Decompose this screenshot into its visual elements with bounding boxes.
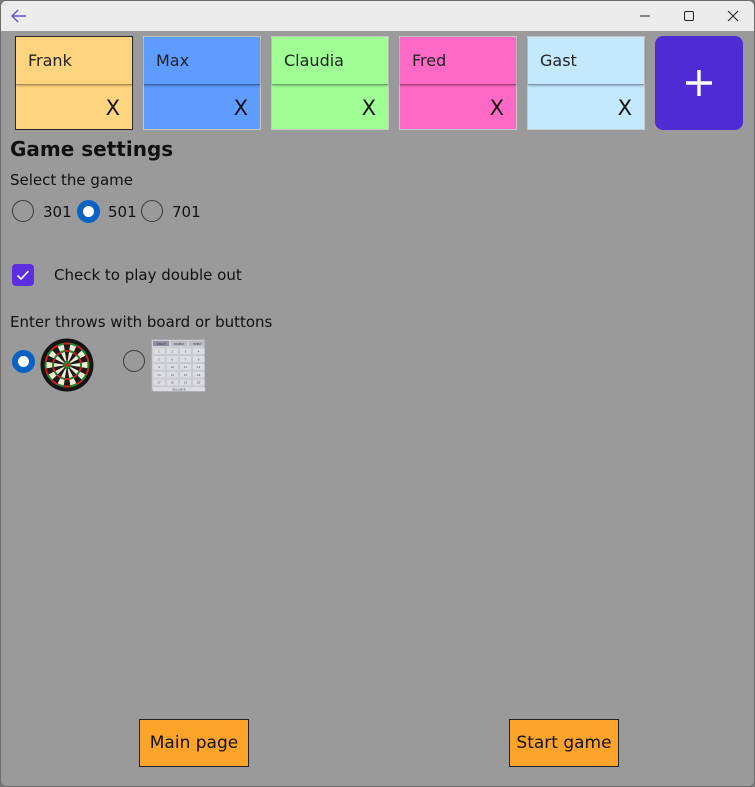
plus-icon bbox=[686, 70, 712, 96]
svg-text:TRIPLE: TRIPLE bbox=[193, 343, 202, 346]
svg-text:10: 10 bbox=[171, 365, 175, 369]
remove-player-button[interactable]: X bbox=[106, 96, 120, 120]
close-icon bbox=[727, 10, 739, 22]
remove-player-button[interactable]: X bbox=[362, 96, 376, 120]
svg-text:BULLSEYE: BULLSEYE bbox=[172, 387, 185, 391]
player-name[interactable]: Claudia bbox=[272, 37, 388, 85]
maximize-icon bbox=[684, 11, 694, 21]
svg-text:19: 19 bbox=[184, 381, 188, 385]
svg-text:12: 12 bbox=[197, 365, 201, 369]
player-name[interactable]: Fred bbox=[400, 37, 516, 85]
button-grid-icon[interactable]: SINGLE DOUBLE TRIPLE 1 2 3 4 5 6 7 8 9 10 11 12 13 14 15 1… bbox=[151, 339, 206, 392]
radio-buttons-input[interactable] bbox=[123, 350, 145, 372]
radio-501[interactable] bbox=[77, 200, 100, 223]
maximize-button[interactable] bbox=[667, 1, 711, 31]
player-name[interactable]: Frank bbox=[16, 37, 132, 85]
svg-text:14: 14 bbox=[171, 373, 175, 377]
double-out-label[interactable]: Check to play double out bbox=[54, 266, 242, 284]
svg-text:11: 11 bbox=[184, 365, 188, 369]
player-name[interactable]: Gast bbox=[528, 37, 644, 85]
add-player-button[interactable] bbox=[655, 36, 743, 130]
player-card-gast[interactable]: Gast X bbox=[527, 36, 645, 130]
player-card-max[interactable]: Max X bbox=[143, 36, 261, 130]
back-button[interactable] bbox=[7, 5, 31, 27]
radio-701-label[interactable]: 701 bbox=[172, 203, 201, 221]
remove-player-button[interactable]: X bbox=[618, 96, 632, 120]
start-game-button[interactable]: Start game bbox=[509, 719, 619, 767]
svg-text:17: 17 bbox=[157, 381, 161, 385]
checkmark-icon bbox=[16, 270, 30, 281]
close-button[interactable] bbox=[711, 1, 754, 31]
svg-text:16: 16 bbox=[197, 373, 201, 377]
input-method-label: Enter throws with board or buttons bbox=[10, 313, 273, 331]
player-card-claudia[interactable]: Claudia X bbox=[271, 36, 389, 130]
dartboard-icon[interactable] bbox=[40, 338, 94, 392]
svg-text:13: 13 bbox=[157, 373, 161, 377]
player-card-frank[interactable]: Frank X bbox=[15, 36, 133, 130]
svg-text:DOUBLE: DOUBLE bbox=[174, 343, 184, 346]
title-bar bbox=[1, 1, 754, 31]
main-page-button[interactable]: Main page bbox=[139, 719, 249, 767]
radio-board-input[interactable] bbox=[12, 350, 35, 373]
svg-text:18: 18 bbox=[171, 381, 175, 385]
game-settings-heading: Game settings bbox=[10, 137, 174, 161]
player-name[interactable]: Max bbox=[144, 37, 260, 85]
radio-301-label[interactable]: 301 bbox=[43, 203, 72, 221]
player-card-fred[interactable]: Fred X bbox=[399, 36, 517, 130]
radio-501-label[interactable]: 501 bbox=[108, 203, 137, 221]
svg-text:20: 20 bbox=[197, 381, 201, 385]
remove-player-button[interactable]: X bbox=[234, 96, 248, 120]
arrow-left-icon bbox=[11, 9, 26, 23]
minimize-icon bbox=[640, 15, 650, 17]
svg-text:SINGLE: SINGLE bbox=[157, 343, 166, 346]
select-game-label: Select the game bbox=[10, 171, 133, 189]
radio-701[interactable] bbox=[141, 200, 163, 222]
svg-text:15: 15 bbox=[184, 373, 188, 377]
double-out-checkbox[interactable] bbox=[12, 264, 34, 286]
radio-301[interactable] bbox=[12, 200, 34, 222]
app-window: Frank X Max X Claudia X Fred X Gast X Ga… bbox=[0, 0, 755, 787]
minimize-button[interactable] bbox=[623, 1, 667, 31]
remove-player-button[interactable]: X bbox=[490, 96, 504, 120]
